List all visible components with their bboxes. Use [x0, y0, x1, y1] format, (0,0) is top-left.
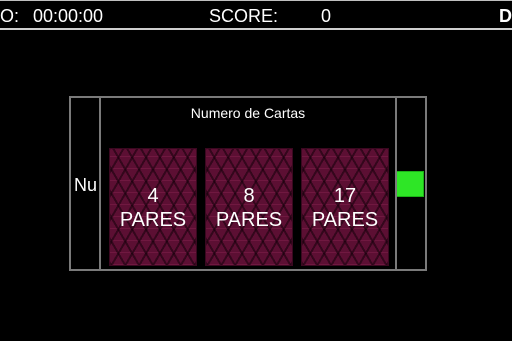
option-count: 8 [243, 185, 255, 207]
dialog-title: Numero de Cartas [190, 105, 306, 121]
option-label: PARES [311, 209, 379, 231]
time-label: O: [0, 6, 20, 26]
option-label: PARES [119, 209, 187, 231]
option-label: PARES [215, 209, 283, 231]
hud-bar: O: 00:00:00 SCORE: 0 D [0, 0, 512, 30]
option-card-17-pairs[interactable]: 17 PARES [301, 148, 389, 266]
time-value: 00:00:00 [33, 6, 104, 26]
background-partial-text: Nu [74, 175, 98, 195]
score-label: SCORE: [209, 6, 279, 26]
option-card-4-pairs[interactable]: 4 PARES [109, 148, 197, 266]
option-count: 17 [333, 185, 357, 207]
card-count-dialog: Numero de Cartas 4 PARES 8 PARES 17 PARE… [99, 96, 397, 271]
option-card-8-pairs[interactable]: 8 PARES [205, 148, 293, 266]
score-value: 0 [321, 6, 332, 26]
hud-right-label: D [499, 6, 512, 26]
option-count: 4 [147, 185, 159, 207]
green-start-button[interactable] [396, 171, 424, 197]
